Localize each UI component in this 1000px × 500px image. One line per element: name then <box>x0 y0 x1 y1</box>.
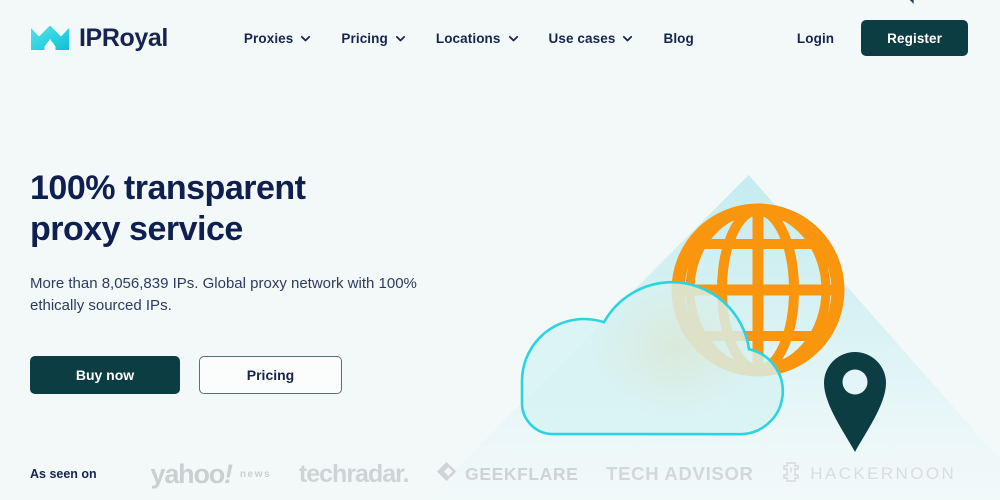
nav-item-blog[interactable]: Blog <box>663 31 693 46</box>
yahoo-news-logo: yahoo! news <box>150 458 272 489</box>
nav-item-locations[interactable]: Locations <box>436 31 519 46</box>
hero-subtitle: More than 8,056,839 IPs. Global proxy ne… <box>30 274 417 314</box>
globe-icon <box>671 203 845 377</box>
pricing-button[interactable]: Pricing <box>199 355 342 394</box>
techradar-logo: techradar. <box>298 459 410 488</box>
page-title: 100% transparent proxy service <box>30 169 306 248</box>
nav-label-pricing: Pricing <box>341 30 388 46</box>
hackernoon-logo: HACKERNOON <box>781 461 957 487</box>
chevron-down-icon <box>395 33 406 44</box>
yahoo-exclamation: ! <box>224 458 233 489</box>
nav-label-blog: Blog <box>663 30 694 46</box>
hackernoon-bracket-icon <box>781 461 801 487</box>
hero-copy: 100% transparent proxy service More than… <box>30 76 500 394</box>
chevron-down-icon <box>622 33 633 44</box>
nav-item-pricing[interactable]: Pricing <box>341 31 405 46</box>
yahoo-news-sub: news <box>239 468 272 480</box>
nav-label-proxies: Proxies <box>243 30 294 46</box>
yahoo-wordmark: yahoo <box>150 458 226 489</box>
geekflare-chevron-icon <box>436 461 457 487</box>
geekflare-logo: GEEKFLARE <box>436 461 578 487</box>
chevron-down-icon <box>300 33 311 44</box>
nav-item-proxies[interactable]: Proxies <box>244 31 311 46</box>
geekflare-wordmark: GEEKFLARE <box>465 463 579 484</box>
site-header: IPRoyal Proxies Pricing Locations Use ca… <box>0 0 1000 76</box>
techadvisor-logo: TECH ADVISOR <box>606 463 754 484</box>
main-navigation: Proxies Pricing Locations Use cases Blog <box>244 31 694 46</box>
nav-label-locations: Locations <box>435 30 501 46</box>
header-actions: Login Register <box>797 20 968 56</box>
hackernoon-wordmark: HACKERNOON <box>810 464 957 483</box>
register-button[interactable]: Register <box>861 20 968 56</box>
as-seen-on-label: As seen on <box>30 467 97 481</box>
brand-name: IPRoyal <box>79 23 168 52</box>
buy-now-button[interactable]: Buy now <box>30 355 180 394</box>
nav-item-use-cases[interactable]: Use cases <box>549 31 634 46</box>
chevron-down-icon <box>508 33 519 44</box>
hero-cta-group: Buy now Pricing <box>30 355 500 394</box>
hero-section: 100% transparent proxy service More than… <box>0 76 1000 452</box>
crown-mountain-icon <box>30 25 70 51</box>
nav-label-use-cases: Use cases <box>548 30 616 46</box>
brand-logo[interactable]: IPRoyal <box>30 25 168 51</box>
as-seen-on-bar: As seen on yahoo! news techradar. GEEKFL… <box>0 448 1000 500</box>
login-link[interactable]: Login <box>797 31 834 46</box>
press-logo-list: yahoo! news techradar. GEEKFLARE TECH AD… <box>97 460 970 489</box>
